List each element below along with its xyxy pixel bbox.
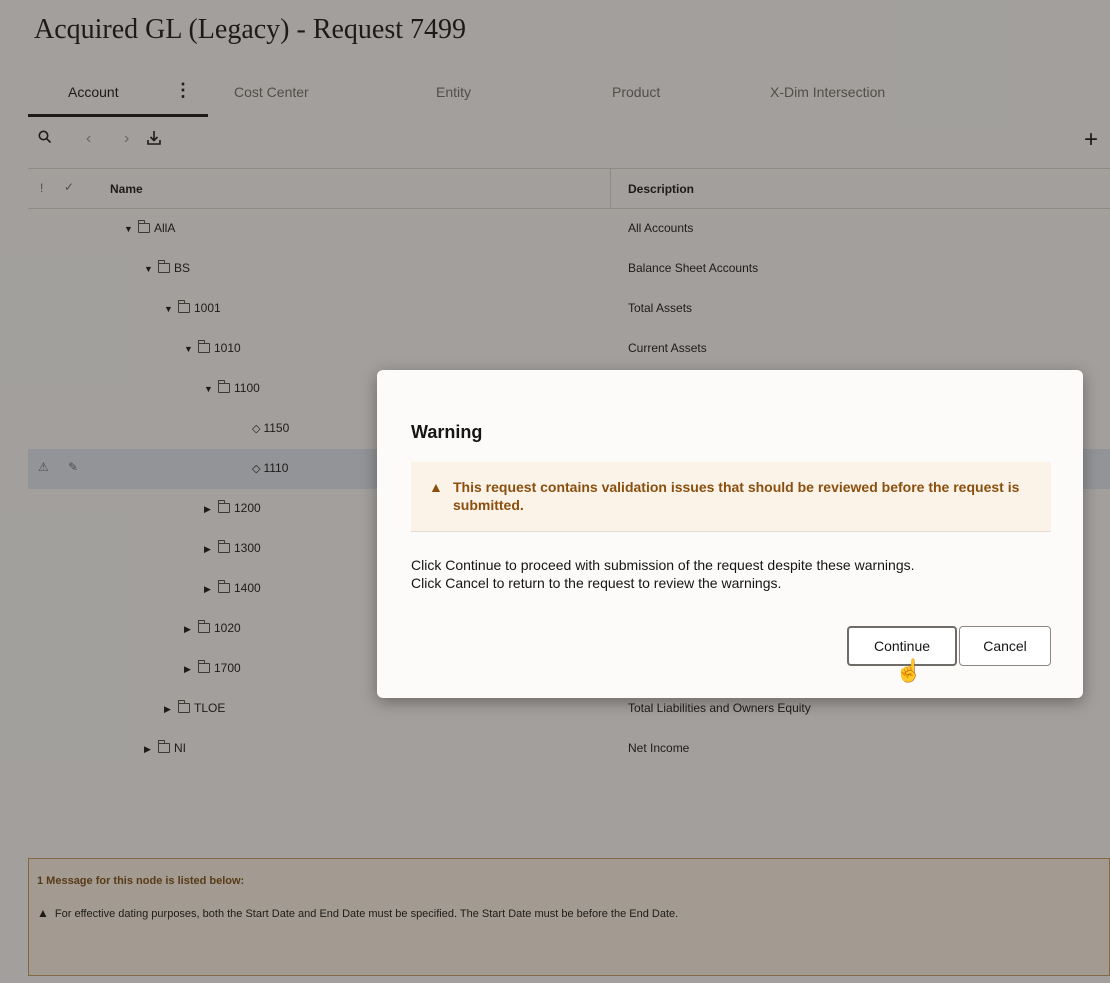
- dialog-body-line: Click Continue to proceed with submissio…: [411, 557, 915, 573]
- warning-dialog: Warning ▲ This request contains validati…: [377, 370, 1083, 698]
- warning-icon: ▲: [429, 479, 443, 495]
- hand-cursor-icon: ☝: [895, 658, 923, 683]
- dialog-body-line: Click Cancel to return to the request to…: [411, 575, 782, 591]
- cancel-button[interactable]: Cancel: [959, 626, 1051, 666]
- banner-text: This request contains validation issues …: [453, 479, 1020, 513]
- dialog-body: Click Continue to proceed with submissio…: [411, 556, 1051, 592]
- validation-warning-banner: ▲ This request contains validation issue…: [411, 462, 1051, 532]
- dialog-title: Warning: [411, 422, 483, 442]
